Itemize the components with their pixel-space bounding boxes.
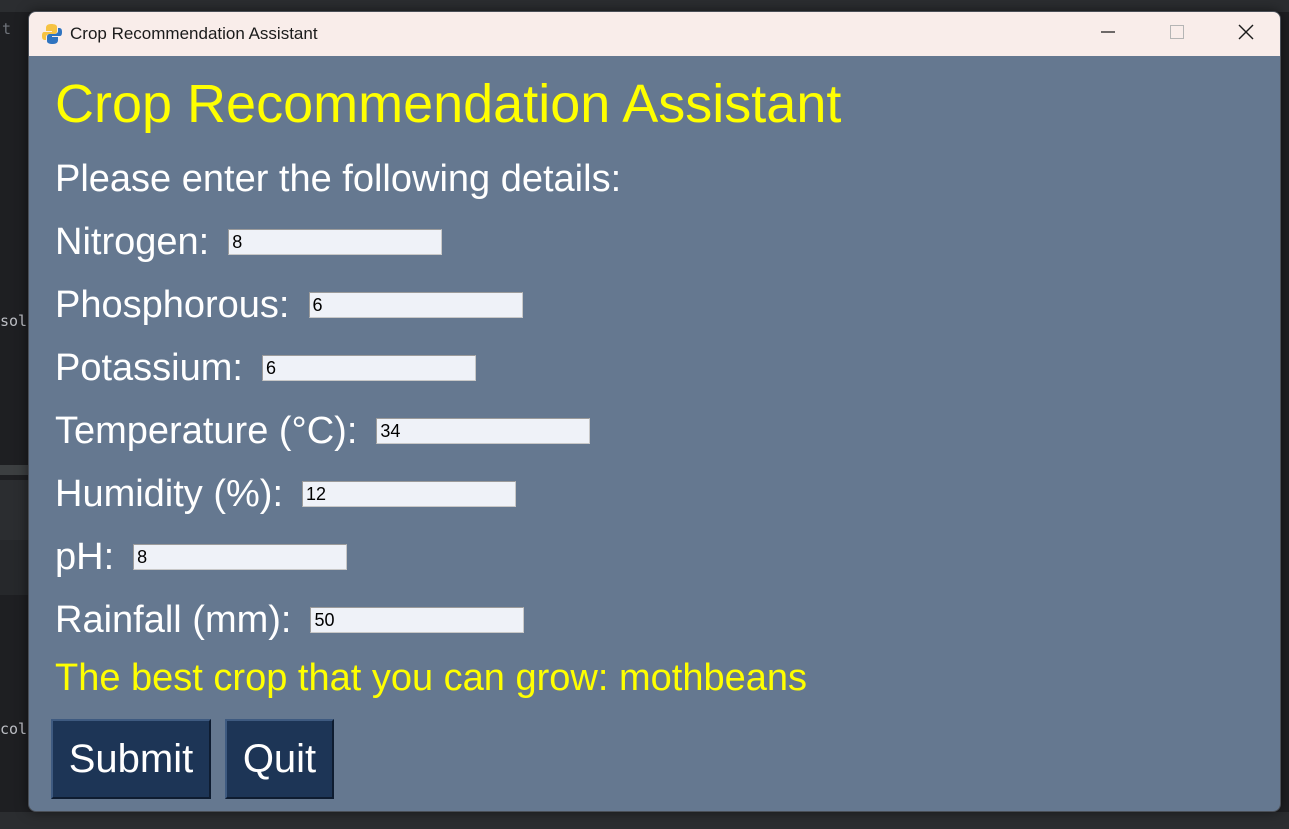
rainfall-label: Rainfall (mm):	[55, 598, 292, 641]
minimize-button[interactable]	[1073, 12, 1142, 56]
nitrogen-input[interactable]	[228, 229, 443, 255]
nitrogen-label: Nitrogen:	[55, 220, 210, 263]
close-button[interactable]	[1211, 12, 1280, 56]
ide-panel-strip	[0, 480, 30, 540]
humidity-row: Humidity (%):	[55, 469, 517, 519]
python-icon	[42, 23, 62, 45]
phosphorous-input[interactable]	[308, 292, 523, 318]
ide-panel-strip	[0, 540, 30, 595]
rainfall-row: Rainfall (mm):	[55, 595, 525, 645]
ide-status-bar	[0, 812, 1289, 829]
ide-console-text: col	[0, 720, 28, 738]
rainfall-input[interactable]	[310, 607, 525, 633]
page-title: Crop Recommendation Assistant	[55, 74, 842, 134]
submit-button[interactable]: Submit	[51, 719, 211, 799]
maximize-button[interactable]	[1142, 12, 1211, 56]
ide-scrollbar	[0, 465, 30, 475]
humidity-label: Humidity (%):	[55, 472, 284, 515]
maximize-icon	[1169, 24, 1184, 44]
result-text: The best crop that you can grow: mothbea…	[55, 657, 807, 699]
temperature-row: Temperature (°C):	[55, 406, 591, 456]
app-window: Crop Recommendation Assistant Crop Recom…	[28, 11, 1281, 812]
humidity-input[interactable]	[302, 481, 517, 507]
window-titlebar[interactable]: Crop Recommendation Assistant	[29, 12, 1280, 56]
window-title: Crop Recommendation Assistant	[70, 24, 318, 43]
ph-label: pH:	[55, 535, 115, 578]
ide-text: t	[2, 20, 12, 38]
potassium-label: Potassium:	[55, 346, 243, 389]
phosphorous-row: Phosphorous:	[55, 280, 523, 330]
nitrogen-row: Nitrogen:	[55, 217, 443, 267]
quit-button[interactable]: Quit	[225, 719, 334, 799]
ph-input[interactable]	[133, 544, 348, 570]
close-icon	[1238, 24, 1254, 45]
temperature-label: Temperature (°C):	[55, 409, 358, 452]
app-content: Crop Recommendation Assistant Please ent…	[29, 56, 1280, 811]
minimize-icon	[1100, 25, 1115, 44]
potassium-input[interactable]	[261, 355, 476, 381]
potassium-row: Potassium:	[55, 343, 476, 393]
temperature-input[interactable]	[376, 418, 591, 444]
ph-row: pH:	[55, 532, 348, 582]
instructions-label: Please enter the following details:	[55, 158, 622, 200]
window-controls	[1073, 12, 1280, 56]
phosphorous-label: Phosphorous:	[55, 283, 290, 326]
